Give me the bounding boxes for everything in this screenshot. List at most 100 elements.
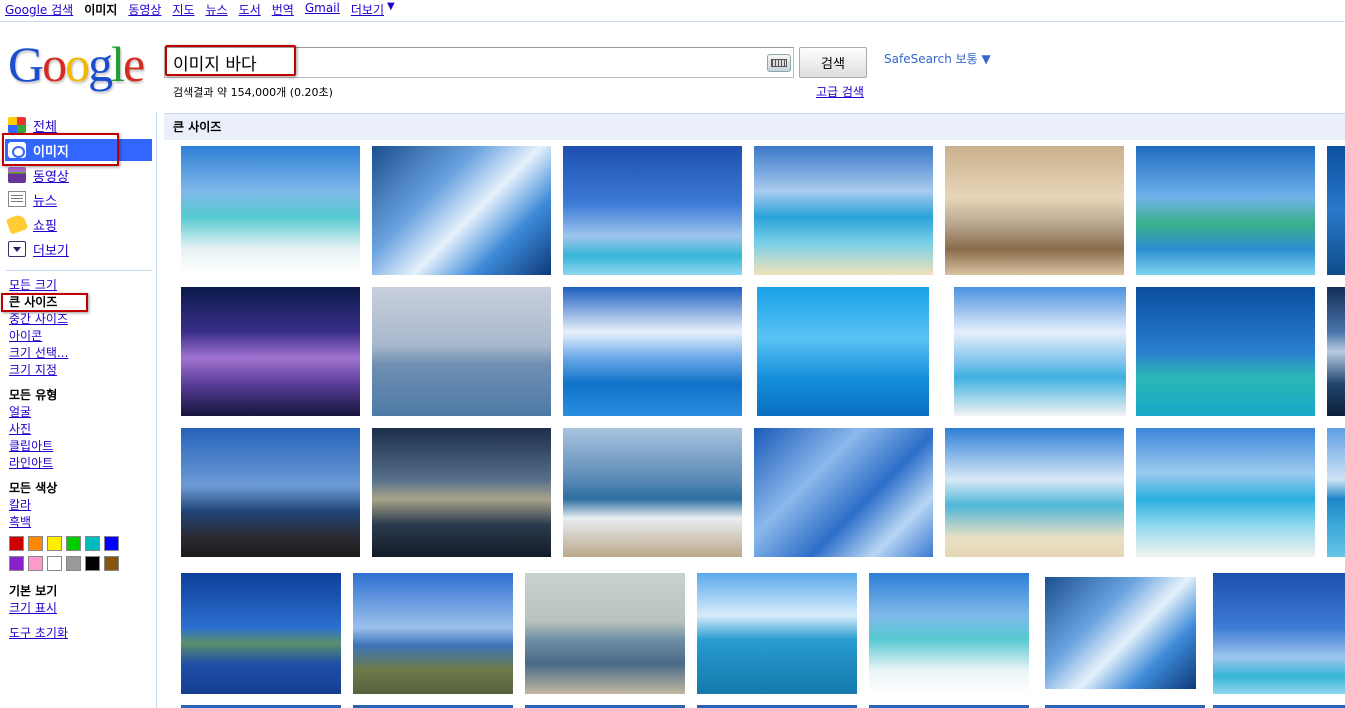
sidebar-nav-item[interactable]: 뉴스 xyxy=(8,188,153,210)
image-thumbnail[interactable] xyxy=(563,146,742,275)
image-thumbnail[interactable] xyxy=(1136,428,1315,557)
image-results-grid xyxy=(0,0,1345,708)
image-thumbnail[interactable] xyxy=(181,573,341,694)
video-icon xyxy=(8,167,26,183)
image-thumbnail[interactable] xyxy=(1213,573,1345,694)
top-nav-item[interactable]: 동영상 xyxy=(128,1,161,18)
view-heading: 기본 보기 xyxy=(9,584,58,598)
image-thumbnail[interactable] xyxy=(754,428,933,557)
image-thumbnail[interactable] xyxy=(754,146,933,275)
color-swatch[interactable] xyxy=(47,536,62,551)
image-thumbnail[interactable] xyxy=(372,146,551,275)
top-nav-item[interactable]: 이미지 xyxy=(84,1,117,18)
image-thumbnail[interactable] xyxy=(353,573,513,694)
image-thumbnail[interactable] xyxy=(1045,577,1196,689)
shopping-icon xyxy=(5,213,29,235)
color-swatch[interactable] xyxy=(85,536,100,551)
sidebar-nav-label: 더보기 xyxy=(33,243,69,259)
top-nav-item[interactable]: 더보기 xyxy=(351,1,384,18)
image-thumbnail[interactable] xyxy=(945,146,1124,275)
image-thumbnail[interactable] xyxy=(1136,146,1315,275)
color-swatch[interactable] xyxy=(104,556,119,571)
keyboard-icon[interactable] xyxy=(767,54,791,72)
type-filter-link[interactable]: 클립아트 xyxy=(9,438,53,454)
image-thumbnail[interactable] xyxy=(945,428,1124,557)
color-swatch[interactable] xyxy=(66,556,81,571)
web-icon xyxy=(8,117,26,133)
show-sizes-link[interactable]: 크기 표시 xyxy=(9,600,57,616)
top-nav-item[interactable]: 뉴스 xyxy=(206,1,228,18)
top-nav-item[interactable]: 지도 xyxy=(172,1,194,18)
search-input[interactable] xyxy=(165,48,760,77)
color-swatch[interactable] xyxy=(9,536,24,551)
image-thumbnail[interactable] xyxy=(372,287,551,416)
top-nav-item[interactable]: Google 검색 xyxy=(5,1,73,18)
color-filter-link[interactable]: 칼라 xyxy=(9,497,31,513)
color-swatch[interactable] xyxy=(104,536,119,551)
sidebar-divider xyxy=(6,270,152,271)
top-nav-items: Google 검색 이미지 동영상 지도 뉴스 도서 번역 Gmail 더보기 ▼ xyxy=(5,1,406,18)
image-thumbnail[interactable] xyxy=(563,428,742,557)
sidebar-nav-label: 전체 xyxy=(33,119,57,135)
more-icon xyxy=(8,241,26,257)
color-swatch-row xyxy=(9,556,119,571)
top-nav-item[interactable]: Gmail xyxy=(305,1,340,18)
search-box xyxy=(164,47,794,78)
type-filter-link[interactable]: 얼굴 xyxy=(9,404,31,420)
image-thumbnail[interactable] xyxy=(869,573,1029,694)
sidebar-nav-label: 이미지 xyxy=(33,144,69,160)
image-thumbnail[interactable] xyxy=(372,428,551,557)
color-swatch[interactable] xyxy=(28,536,43,551)
image-thumbnail[interactable] xyxy=(563,287,742,416)
search-button[interactable]: 검색 xyxy=(799,47,867,78)
logo-letter: o xyxy=(42,36,67,92)
color-swatch[interactable] xyxy=(66,536,81,551)
color-swatch[interactable] xyxy=(85,556,100,571)
image-thumbnail[interactable] xyxy=(181,287,360,416)
chevron-down-icon[interactable]: ▼ xyxy=(387,1,395,18)
sidebar-nav-item[interactable]: 쇼핑 xyxy=(5,213,153,235)
logo-letter: o xyxy=(65,36,90,92)
logo-letter: G xyxy=(8,36,44,92)
image-thumbnail[interactable] xyxy=(1136,287,1315,416)
size-filter-link[interactable]: 아이콘 xyxy=(9,328,42,344)
top-nav-item[interactable]: 도서 xyxy=(239,1,261,18)
size-filter-link[interactable]: 크기 선택... xyxy=(9,345,68,361)
news-icon xyxy=(8,191,26,207)
size-filter-link[interactable]: 모든 크기 xyxy=(9,277,57,293)
sidebar-nav-item[interactable]: 더보기 xyxy=(8,238,153,260)
color-swatch[interactable] xyxy=(47,556,62,571)
image-thumbnail[interactable] xyxy=(1327,287,1345,416)
safesearch-dropdown[interactable]: SafeSearch 보통 ▼ xyxy=(884,50,991,67)
color-filter-link[interactable]: 흑백 xyxy=(9,514,31,530)
size-filter-link[interactable]: 크기 지정 xyxy=(9,362,57,378)
image-thumbnail[interactable] xyxy=(757,287,929,416)
top-nav-item[interactable]: 번역 xyxy=(272,1,294,18)
image-thumbnail[interactable] xyxy=(1327,428,1345,557)
result-stats: 검색결과 약 154,000개 (0.20초) xyxy=(173,86,333,99)
advanced-search-link[interactable]: 고급 검색 xyxy=(816,83,864,100)
image-thumbnail[interactable] xyxy=(697,573,857,694)
logo-letter: g xyxy=(88,36,113,92)
image-thumbnail[interactable] xyxy=(525,573,685,694)
google-logo[interactable]: Google xyxy=(8,36,148,92)
sidebar-nav-item[interactable]: 전체 xyxy=(8,114,153,136)
color-swatch[interactable] xyxy=(28,556,43,571)
image-thumbnail[interactable] xyxy=(181,146,360,275)
reset-tools-link[interactable]: 도구 초기화 xyxy=(9,625,68,641)
logo-letter: l xyxy=(111,36,125,92)
sidebar-nav-label: 뉴스 xyxy=(33,193,57,209)
color-swatch[interactable] xyxy=(9,556,24,571)
image-thumbnail[interactable] xyxy=(1327,146,1345,275)
image-thumbnail[interactable] xyxy=(954,287,1126,416)
type-filter-link[interactable]: 라인아트 xyxy=(9,455,53,471)
sidebar-nav-label: 쇼핑 xyxy=(33,218,57,234)
type-filter-link[interactable]: 사진 xyxy=(9,421,31,437)
left-sidebar: 전체 이미지 동영상 뉴스 쇼핑 더보기 모든 크기 큰 사이즈 중간 사이즈 아이콘 크기 선택.… xyxy=(0,112,157,708)
top-nav-bar: Google 검색 이미지 동영상 지도 뉴스 도서 번역 Gmail 더보기 ▼ xyxy=(0,0,1345,22)
color-swatch-row xyxy=(9,536,119,551)
sidebar-nav-item[interactable]: 이미지 xyxy=(5,139,152,161)
size-filter-link[interactable]: 중간 사이즈 xyxy=(9,311,68,327)
sidebar-nav-item[interactable]: 동영상 xyxy=(8,164,153,186)
image-thumbnail[interactable] xyxy=(181,428,360,557)
